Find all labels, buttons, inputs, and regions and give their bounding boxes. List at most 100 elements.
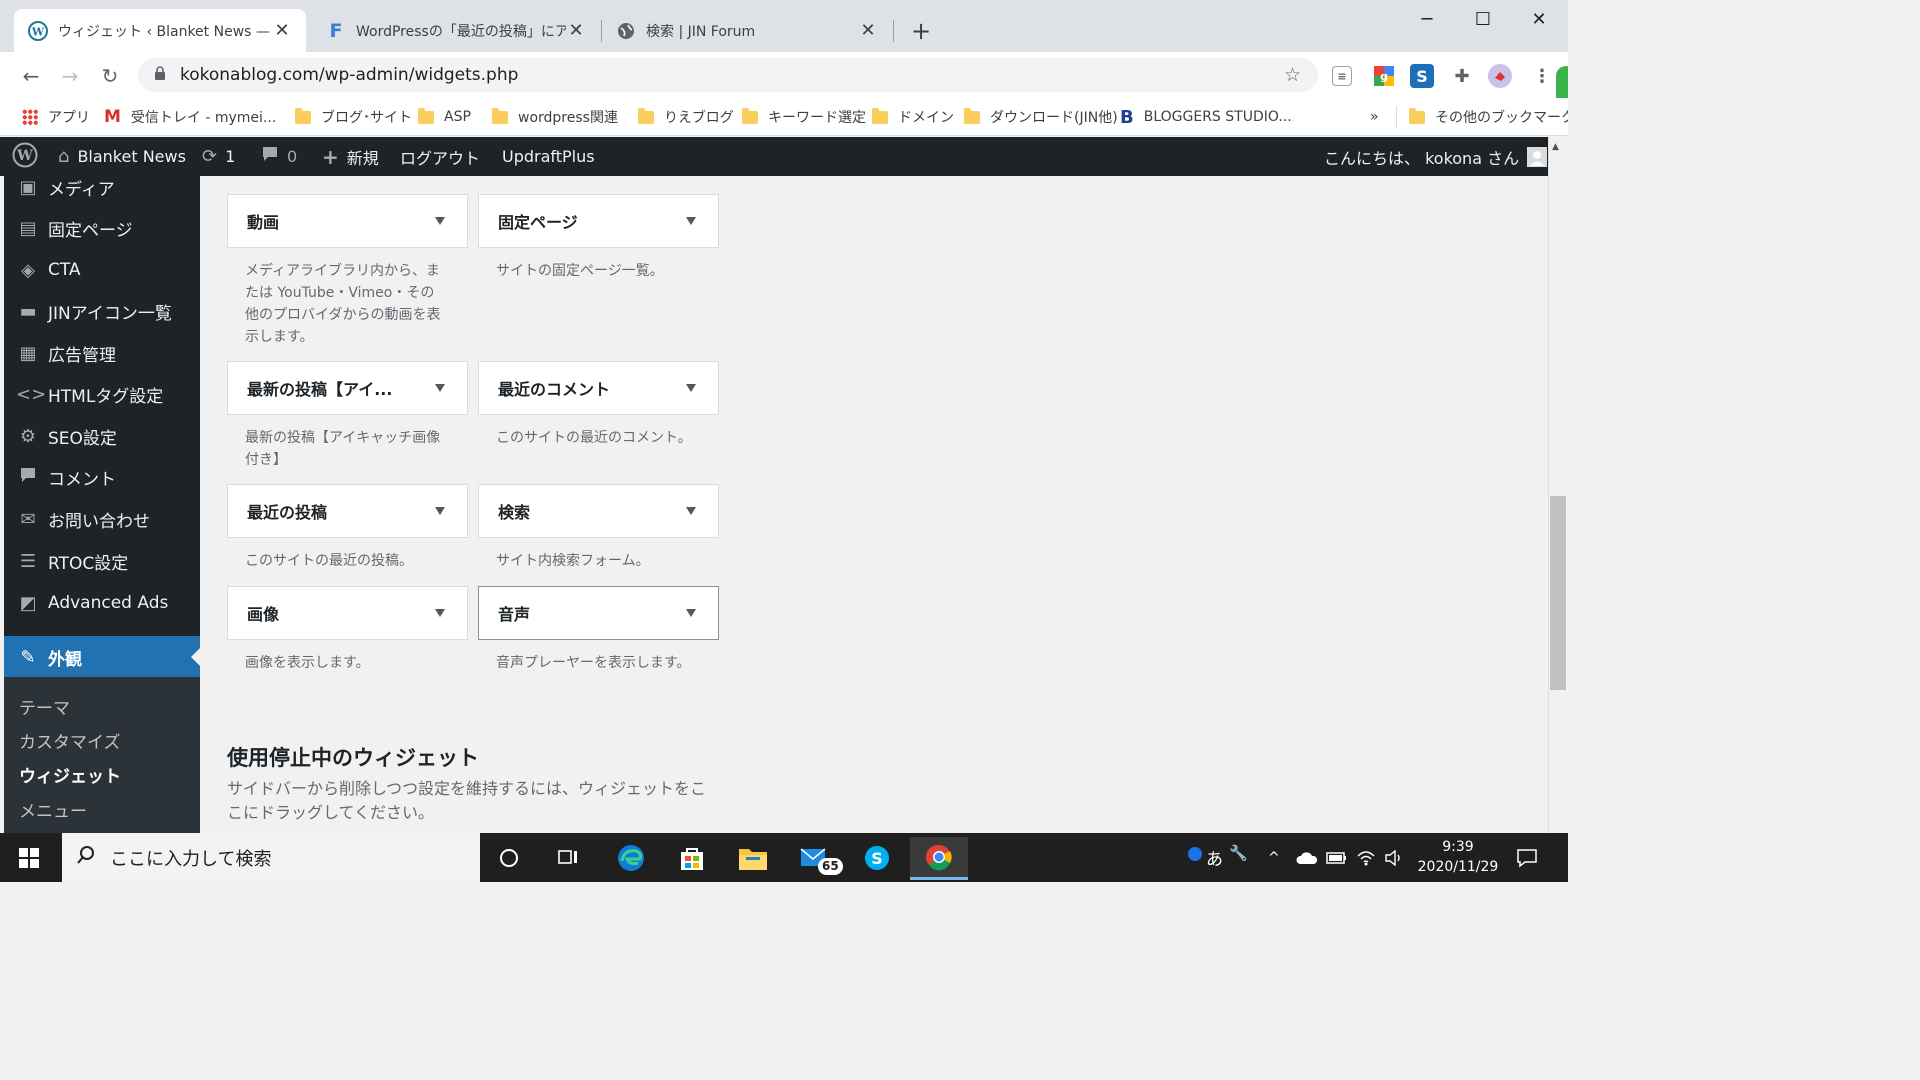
menu-label: コメント bbox=[48, 469, 116, 490]
widget-pages[interactable]: 固定ページ bbox=[478, 194, 719, 248]
scroll-up-arrow-icon[interactable]: ▲ bbox=[1552, 142, 1559, 152]
menu-media[interactable]: ▣ メディア bbox=[4, 167, 200, 207]
widget-recent-comments[interactable]: 最近のコメント bbox=[478, 361, 719, 415]
extensions-puzzle-icon[interactable]: ✚ bbox=[1450, 64, 1474, 88]
notification-center-icon[interactable] bbox=[1516, 833, 1538, 882]
scrollbar-thumb[interactable] bbox=[1550, 496, 1566, 690]
new-tab-button[interactable]: + bbox=[907, 17, 935, 45]
advanced-ads-icon: ◩ bbox=[19, 592, 37, 614]
menu-appearance[interactable]: ✎ 外観 bbox=[4, 636, 200, 678]
back-button[interactable]: ← bbox=[18, 63, 44, 89]
volume-icon[interactable] bbox=[1384, 833, 1404, 882]
tab-jin-forum[interactable]: 検索 | JIN Forum ✕ bbox=[602, 9, 892, 52]
bookmark-apps[interactable]: アプリ bbox=[22, 106, 90, 128]
bookmark-folder[interactable]: りえブログ bbox=[638, 106, 734, 128]
bookmark-folder[interactable]: ドメイン bbox=[872, 106, 954, 128]
chevron-down-icon[interactable] bbox=[435, 384, 445, 392]
menu-cta[interactable]: ◈ CTA bbox=[4, 250, 200, 290]
widget-description: サイトの固定ページ一覧。 bbox=[496, 263, 664, 279]
maximize-button[interactable]: ☐ bbox=[1460, 8, 1506, 32]
f-favicon-icon: F bbox=[329, 19, 343, 42]
reading-list-icon[interactable]: ≡ bbox=[1332, 66, 1352, 86]
edge-icon[interactable] bbox=[606, 839, 656, 877]
bookmark-overflow-chevron[interactable]: » bbox=[1370, 106, 1379, 128]
page-scrollbar[interactable] bbox=[1548, 137, 1568, 833]
battery-icon[interactable] bbox=[1326, 833, 1348, 882]
profile-avatar-icon[interactable] bbox=[1488, 64, 1512, 88]
onedrive-icon[interactable] bbox=[1296, 833, 1318, 882]
widget-recent-posts[interactable]: 最近の投稿 bbox=[227, 484, 468, 538]
cortana-icon[interactable] bbox=[484, 839, 534, 877]
chevron-down-icon[interactable] bbox=[686, 384, 696, 392]
chevron-down-icon[interactable] bbox=[435, 217, 445, 225]
taskbar-search-box[interactable]: ここに入力して検索 bbox=[62, 833, 480, 882]
google-ext-icon[interactable]: g bbox=[1372, 64, 1396, 88]
chevron-down-icon[interactable] bbox=[686, 217, 696, 225]
wrench-icon: 🔧 bbox=[1229, 843, 1248, 862]
bookmark-folder[interactable]: ブログ･サイト bbox=[295, 106, 412, 128]
wifi-icon[interactable] bbox=[1356, 833, 1376, 882]
menu-contact[interactable]: ✉ お問い合わせ bbox=[4, 499, 200, 539]
menu-seo[interactable]: ⚙ SEO設定 bbox=[4, 416, 200, 456]
forward-button[interactable]: → bbox=[57, 63, 83, 89]
other-bookmarks[interactable]: その他のブックマーク bbox=[1396, 106, 1568, 128]
updates-count: 1 bbox=[225, 147, 236, 166]
folder-icon bbox=[742, 107, 758, 124]
file-explorer-icon[interactable] bbox=[728, 839, 778, 877]
submenu-widgets[interactable]: ウィジェット bbox=[19, 762, 121, 787]
reload-button[interactable]: ↻ bbox=[97, 63, 123, 89]
widget-audio[interactable]: 音声 bbox=[478, 586, 719, 640]
minimize-button[interactable]: ─ bbox=[1404, 8, 1450, 32]
menu-jin-icons[interactable]: ▬ JINアイコン一覧 bbox=[4, 291, 200, 331]
close-icon[interactable]: ✕ bbox=[272, 20, 292, 41]
chevron-down-icon[interactable] bbox=[435, 507, 445, 515]
submenu-menus[interactable]: メニュー bbox=[19, 797, 87, 822]
bookmark-folder[interactable]: ダウンロード(JIN他) bbox=[964, 106, 1118, 128]
logout-link[interactable]: ログアウト bbox=[400, 137, 480, 176]
updates-link[interactable]: ⟳ 1 bbox=[202, 137, 235, 176]
mail-icon[interactable]: 65 bbox=[790, 839, 843, 877]
skype-icon[interactable]: S bbox=[852, 839, 902, 877]
menu-advanced-ads[interactable]: ◩ Advanced Ads bbox=[4, 583, 200, 623]
comments-link[interactable]: 0 bbox=[261, 137, 297, 176]
bookmark-gmail[interactable]: M 受信トレイ - mymei... bbox=[104, 106, 276, 128]
bookmark-bloggers[interactable]: B BLOGGERS STUDIO... bbox=[1120, 106, 1292, 128]
ime-status[interactable]: あ 🔧 bbox=[1188, 833, 1248, 882]
widget-recent-posts-eyecatch[interactable]: 最新の投稿【アイ... bbox=[227, 361, 468, 415]
menu-rtoc[interactable]: ☰ RTOC設定 bbox=[4, 541, 200, 581]
chevron-down-icon[interactable] bbox=[686, 507, 696, 515]
submenu-customize[interactable]: カスタマイズ bbox=[19, 728, 121, 753]
menu-ads[interactable]: ▦ 広告管理 bbox=[4, 333, 200, 373]
menu-dots-icon[interactable]: ⋮ bbox=[1530, 64, 1554, 88]
widget-image[interactable]: 画像 bbox=[227, 586, 468, 640]
menu-comments[interactable]: コメント bbox=[4, 457, 200, 497]
clock[interactable]: 9:39 2020/11/29 bbox=[1408, 837, 1508, 877]
chevron-down-icon[interactable] bbox=[686, 609, 696, 617]
menu-html-tags[interactable]: <> HTMLタグ設定 bbox=[4, 374, 200, 414]
close-icon[interactable]: ✕ bbox=[566, 20, 586, 41]
widget-search[interactable]: 検索 bbox=[478, 484, 719, 538]
start-button[interactable] bbox=[0, 833, 58, 882]
my-account-link[interactable]: こんにちは、 kokona さん bbox=[1324, 137, 1548, 176]
bookmark-star-icon[interactable]: ☆ bbox=[1284, 64, 1308, 86]
close-window-button[interactable]: ✕ bbox=[1516, 8, 1562, 32]
chevron-down-icon[interactable] bbox=[435, 609, 445, 617]
tab-wordpress-article[interactable]: F WordPressの「最近の投稿」にアイキャッチ ✕ bbox=[312, 9, 600, 52]
bookmark-folder[interactable]: キーワード選定 bbox=[742, 106, 866, 128]
new-content-link[interactable]: + 新規 bbox=[322, 137, 379, 176]
menu-pages[interactable]: ▤ 固定ページ bbox=[4, 208, 200, 248]
store-icon[interactable] bbox=[667, 839, 717, 877]
close-icon[interactable]: ✕ bbox=[858, 20, 878, 41]
s-ext-icon[interactable]: S bbox=[1410, 64, 1434, 88]
tab-widgets[interactable]: W ウィジェット ‹ Blanket News — WordPress ✕ bbox=[14, 9, 306, 52]
task-view-icon[interactable] bbox=[543, 839, 593, 877]
bookmark-folder[interactable]: ASP bbox=[418, 106, 471, 128]
widget-video[interactable]: 動画 bbox=[227, 194, 468, 248]
comment-icon bbox=[261, 146, 279, 167]
updraftplus-link[interactable]: UpdraftPlus bbox=[502, 137, 595, 176]
bookmark-folder[interactable]: wordpress関連 bbox=[492, 106, 618, 128]
submenu-themes[interactable]: テーマ bbox=[19, 694, 70, 719]
show-hidden-icons-chevron-icon[interactable]: ^ bbox=[1268, 833, 1280, 882]
chrome-icon[interactable] bbox=[910, 837, 968, 880]
address-bar[interactable]: kokonablog.com/wp-admin/widgets.php ☆ bbox=[138, 58, 1318, 92]
